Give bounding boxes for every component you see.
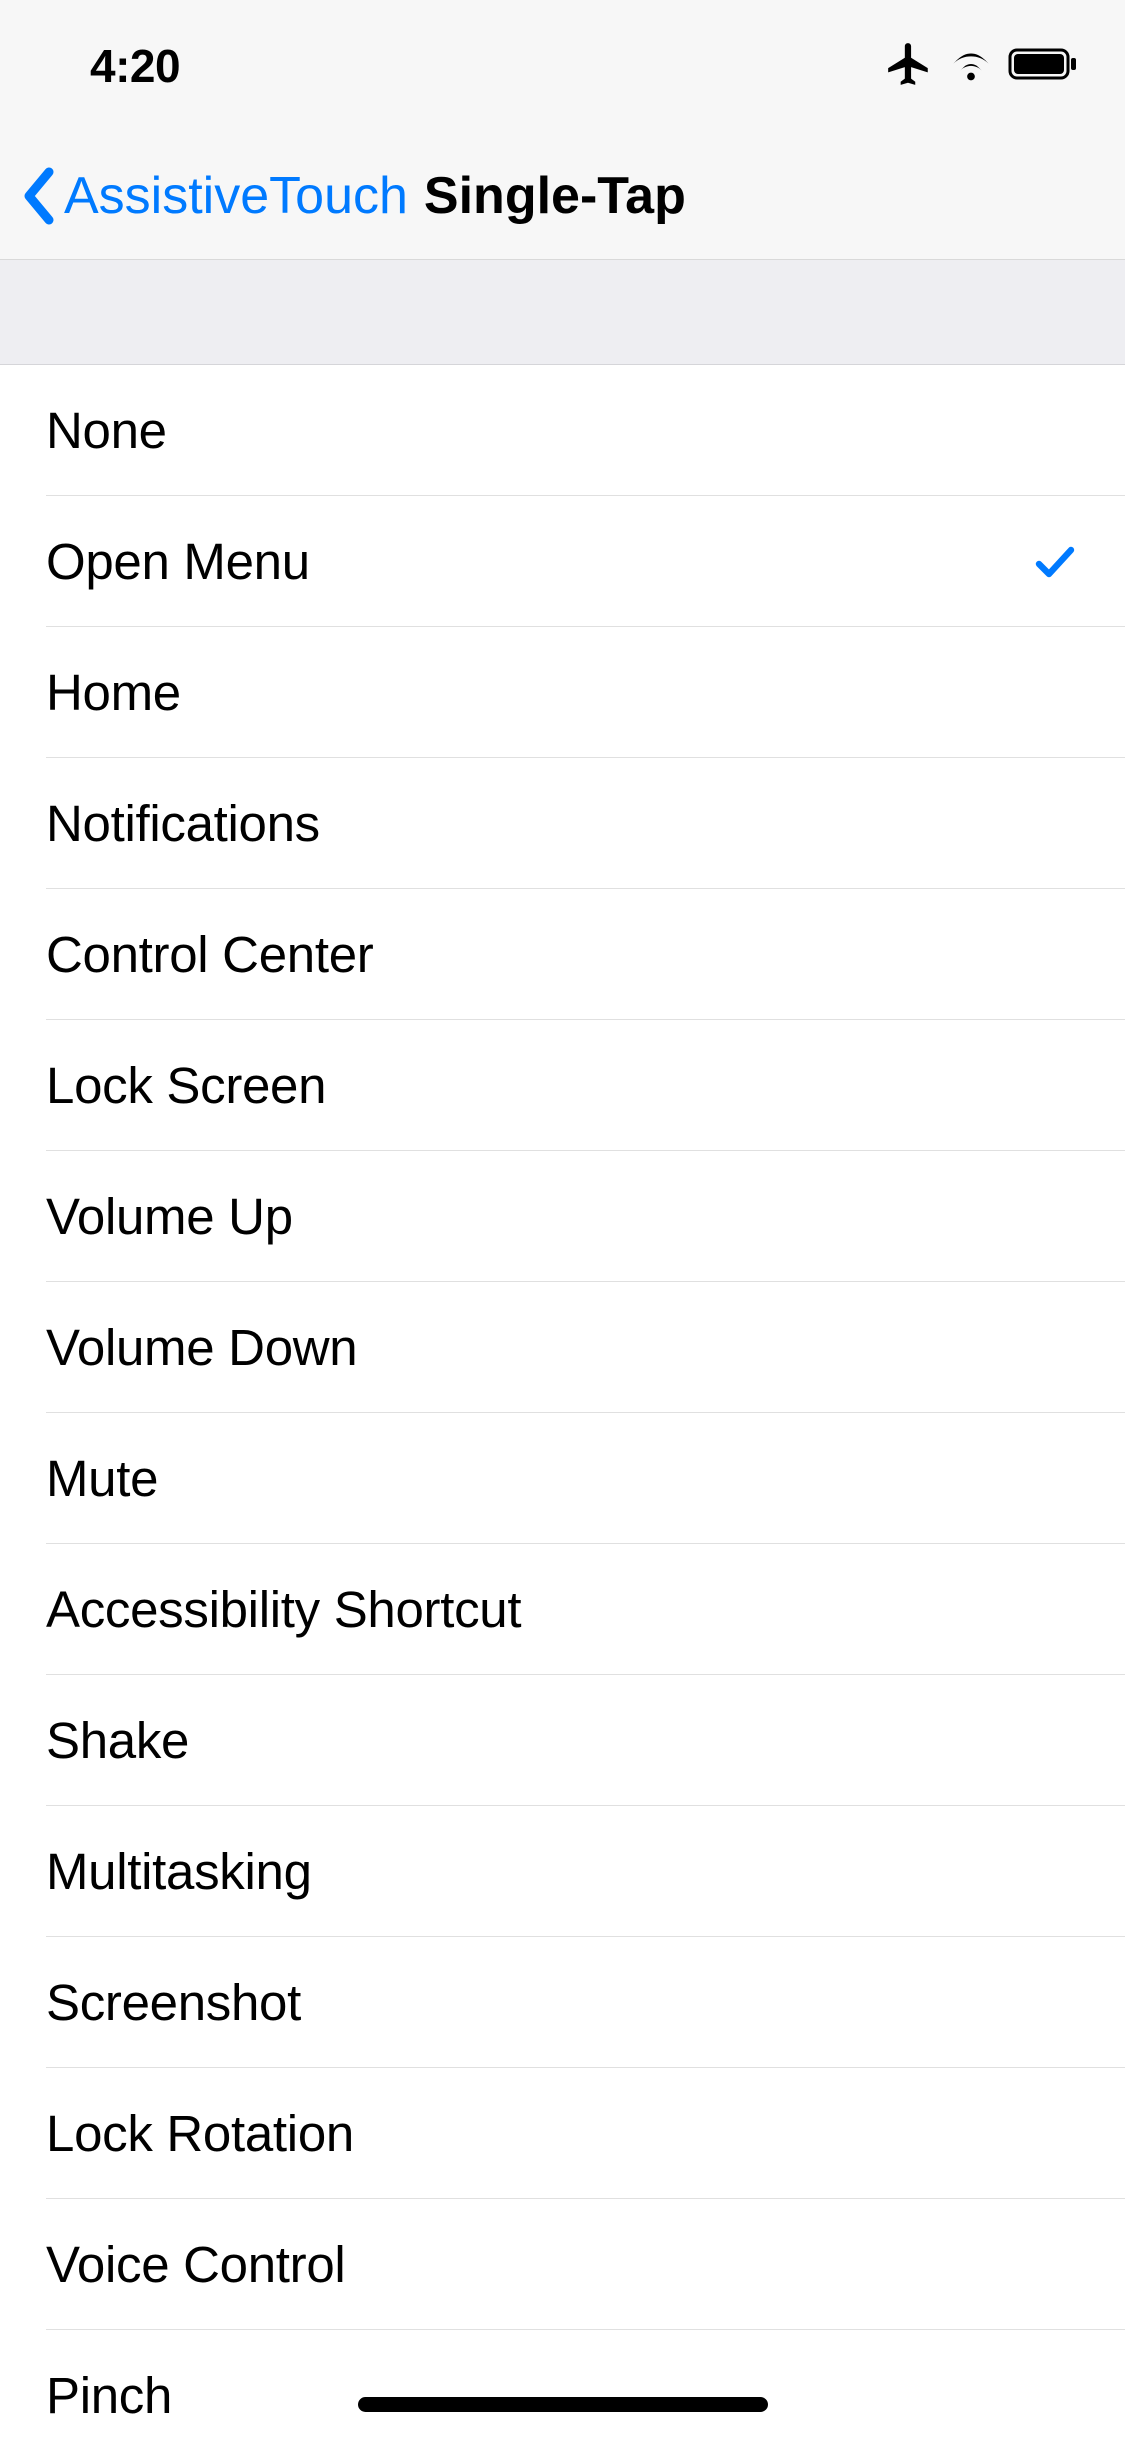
list-item[interactable]: Multitasking bbox=[0, 1806, 1125, 1937]
wifi-icon bbox=[948, 41, 994, 92]
list-item[interactable]: Pinch bbox=[0, 2330, 1125, 2461]
list-item[interactable]: Mute bbox=[0, 1413, 1125, 1544]
list-item-label: Mute bbox=[46, 1449, 158, 1508]
nav-bar: AssistiveTouch Single-Tap bbox=[0, 132, 1125, 260]
list-item-label: Pinch bbox=[46, 2366, 172, 2425]
options-list: None Open Menu Home Notifications Control Ce… bbox=[0, 365, 1125, 2461]
list-item-label: Lock Rotation bbox=[46, 2104, 354, 2163]
list-item[interactable]: Lock Rotation bbox=[0, 2068, 1125, 2199]
list-item-label: Home bbox=[46, 663, 181, 722]
list-item[interactable]: Open Menu bbox=[0, 496, 1125, 627]
list-item-label: Multitasking bbox=[46, 1842, 312, 1901]
list-item[interactable]: Lock Screen bbox=[0, 1020, 1125, 1151]
section-spacer bbox=[0, 260, 1125, 365]
checkmark-icon bbox=[1031, 538, 1079, 586]
list-item[interactable]: Shake bbox=[0, 1675, 1125, 1806]
nav-title: Single-Tap bbox=[424, 166, 686, 226]
list-item-label: Control Center bbox=[46, 925, 373, 984]
status-icons bbox=[884, 39, 1080, 94]
list-item[interactable]: Notifications bbox=[0, 758, 1125, 889]
list-item-label: Shake bbox=[46, 1711, 189, 1770]
battery-icon bbox=[1008, 46, 1080, 87]
back-button-label[interactable]: AssistiveTouch bbox=[64, 166, 408, 226]
status-bar: 4:20 bbox=[0, 0, 1125, 132]
list-item-label: Screenshot bbox=[46, 1973, 301, 2032]
list-item[interactable]: Control Center bbox=[0, 889, 1125, 1020]
list-item[interactable]: Home bbox=[0, 627, 1125, 758]
home-indicator[interactable] bbox=[358, 2397, 768, 2412]
list-item-label: None bbox=[46, 401, 167, 460]
list-item-label: Voice Control bbox=[46, 2235, 345, 2294]
status-time: 4:20 bbox=[90, 39, 180, 93]
list-item-label: Open Menu bbox=[46, 532, 310, 591]
list-item-label: Volume Down bbox=[46, 1318, 357, 1377]
list-item-label: Volume Up bbox=[46, 1187, 293, 1246]
list-item[interactable]: Accessibility Shortcut bbox=[0, 1544, 1125, 1675]
list-item-label: Notifications bbox=[46, 794, 320, 853]
list-item[interactable]: Volume Up bbox=[0, 1151, 1125, 1282]
list-item[interactable]: Voice Control bbox=[0, 2199, 1125, 2330]
back-chevron-icon[interactable] bbox=[20, 166, 58, 226]
airplane-mode-icon bbox=[884, 39, 934, 94]
list-item[interactable]: Volume Down bbox=[0, 1282, 1125, 1413]
list-item-label: Lock Screen bbox=[46, 1056, 326, 1115]
list-item[interactable]: None bbox=[0, 365, 1125, 496]
list-item[interactable]: Screenshot bbox=[0, 1937, 1125, 2068]
list-item-label: Accessibility Shortcut bbox=[46, 1580, 521, 1639]
